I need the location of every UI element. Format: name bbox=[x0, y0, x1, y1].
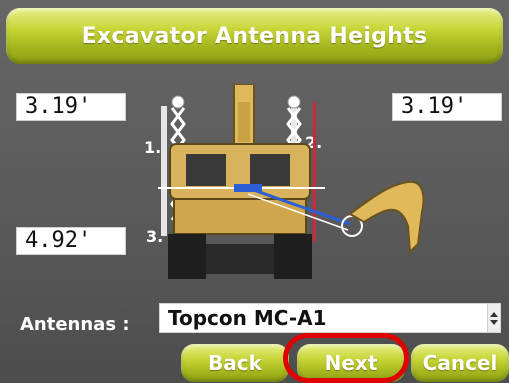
arm-bucket bbox=[348, 180, 425, 255]
cancel-button[interactable]: Cancel bbox=[411, 344, 509, 382]
screen: Excavator Antenna Heights 3.19' 3.19' 4.… bbox=[0, 0, 509, 383]
next-button-highlight bbox=[283, 333, 409, 383]
antennas-selected-value: Topcon MC-A1 bbox=[168, 306, 327, 330]
title-bar: Excavator Antenna Heights bbox=[6, 8, 503, 64]
track-left bbox=[168, 234, 206, 279]
height-field-1[interactable]: 3.19' bbox=[16, 93, 126, 121]
page-title: Excavator Antenna Heights bbox=[81, 24, 428, 49]
excavator-diagram bbox=[158, 84, 425, 279]
track-right bbox=[274, 234, 312, 279]
antennas-select[interactable]: Topcon MC-A1 bbox=[159, 303, 501, 333]
height-field-3[interactable]: 4.92' bbox=[16, 227, 126, 255]
back-button[interactable]: Back bbox=[181, 344, 289, 382]
antennas-label: Antennas : bbox=[20, 314, 130, 335]
dropdown-arrow-icon[interactable] bbox=[487, 304, 500, 332]
